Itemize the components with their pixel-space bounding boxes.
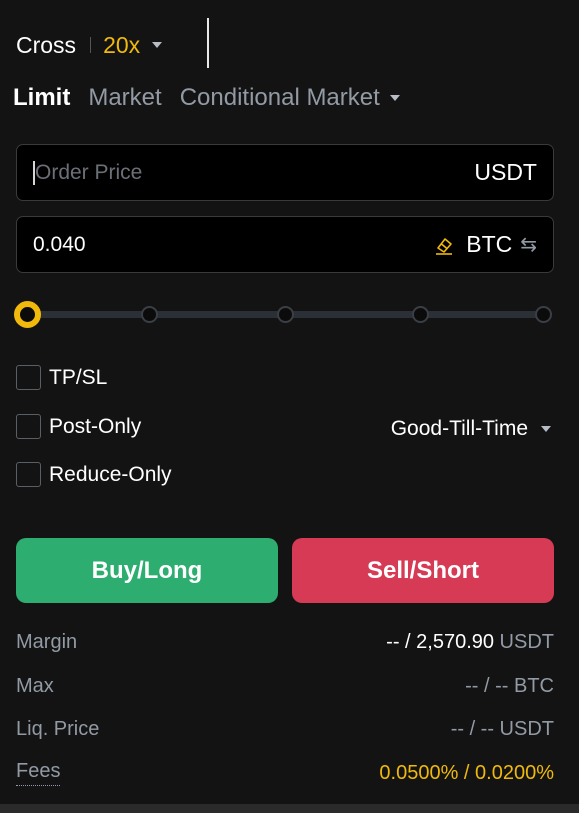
reduce-only-option[interactable]: Reduce-Only [16,462,172,487]
margin-mode-selector[interactable]: Cross 20x [16,28,163,62]
quantity-unit-label[interactable]: BTC [466,231,512,258]
leverage-label[interactable]: 20x [103,32,140,59]
price-unit-label: USDT [474,159,537,185]
quantity-input[interactable] [33,232,435,257]
eraser-icon[interactable] [434,235,454,255]
max-value: -- / -- BTC [465,674,554,697]
time-in-force-label[interactable]: Good-Till-Time [391,417,528,441]
margin-mode-label[interactable]: Cross [16,32,76,59]
header-divider [90,37,92,53]
tab-market[interactable]: Market [88,84,161,112]
order-type-tabs: Limit Market Conditional Market [13,80,418,116]
slider-stop-50[interactable] [277,306,294,323]
tab-conditional-market[interactable]: Conditional Market [180,84,400,112]
max-label: Max [16,674,54,697]
post-only-checkbox[interactable] [16,414,41,439]
liq-price-row: Liq. Price -- / -- USDT [16,715,554,743]
reduce-only-checkbox[interactable] [16,462,41,487]
quantity-slider[interactable] [14,300,556,330]
liq-price-value: -- / -- USDT [450,717,554,740]
sell-short-button[interactable]: Sell/Short [292,538,554,603]
margin-value: -- / 2,570.90 USDT [386,631,554,654]
slider-stop-25[interactable] [141,306,158,323]
reduce-only-label[interactable]: Reduce-Only [49,463,172,487]
order-form-panel: Cross 20x Limit Market Conditional Marke… [0,0,579,813]
conditional-chevron-down-icon[interactable] [389,95,400,101]
tab-limit[interactable]: Limit [13,84,70,112]
slider-thumb[interactable] [14,301,41,328]
time-in-force-selector[interactable]: Good-Till-Time [391,417,551,441]
leverage-chevron-down-icon[interactable] [152,42,163,48]
margin-value-unit: USDT [494,630,554,653]
margin-row: Margin -- / 2,570.90 USDT [16,628,554,656]
quantity-field[interactable]: BTC ⇆ [16,216,554,273]
liq-price-label: Liq. Price [16,717,100,740]
order-price-field[interactable]: USDT [16,144,554,201]
tpsl-checkbox[interactable] [16,365,41,390]
margin-value-main: -- / 2,570.90 [386,630,494,653]
fees-label[interactable]: Fees [16,760,61,786]
tpsl-label[interactable]: TP/SL [49,366,107,390]
order-price-input[interactable] [35,160,475,185]
bottom-divider [0,804,579,813]
fees-value: 0.0500% / 0.0200% [379,761,554,784]
post-only-option[interactable]: Post-Only [16,414,141,439]
time-in-force-chevron-down-icon[interactable] [541,426,551,432]
post-only-label[interactable]: Post-Only [49,415,141,439]
max-row: Max -- / -- BTC [16,672,554,700]
slider-stop-75[interactable] [412,306,429,323]
fees-row: Fees 0.0500% / 0.0200% [16,759,554,787]
swap-arrows-icon[interactable]: ⇆ [520,232,537,257]
slider-stop-100[interactable] [535,306,552,323]
buy-long-button[interactable]: Buy/Long [16,538,278,603]
text-cursor [207,18,209,68]
tab-conditional-market-label: Conditional Market [179,84,380,111]
tpsl-option[interactable]: TP/SL [16,365,107,390]
margin-label: Margin [16,630,78,653]
